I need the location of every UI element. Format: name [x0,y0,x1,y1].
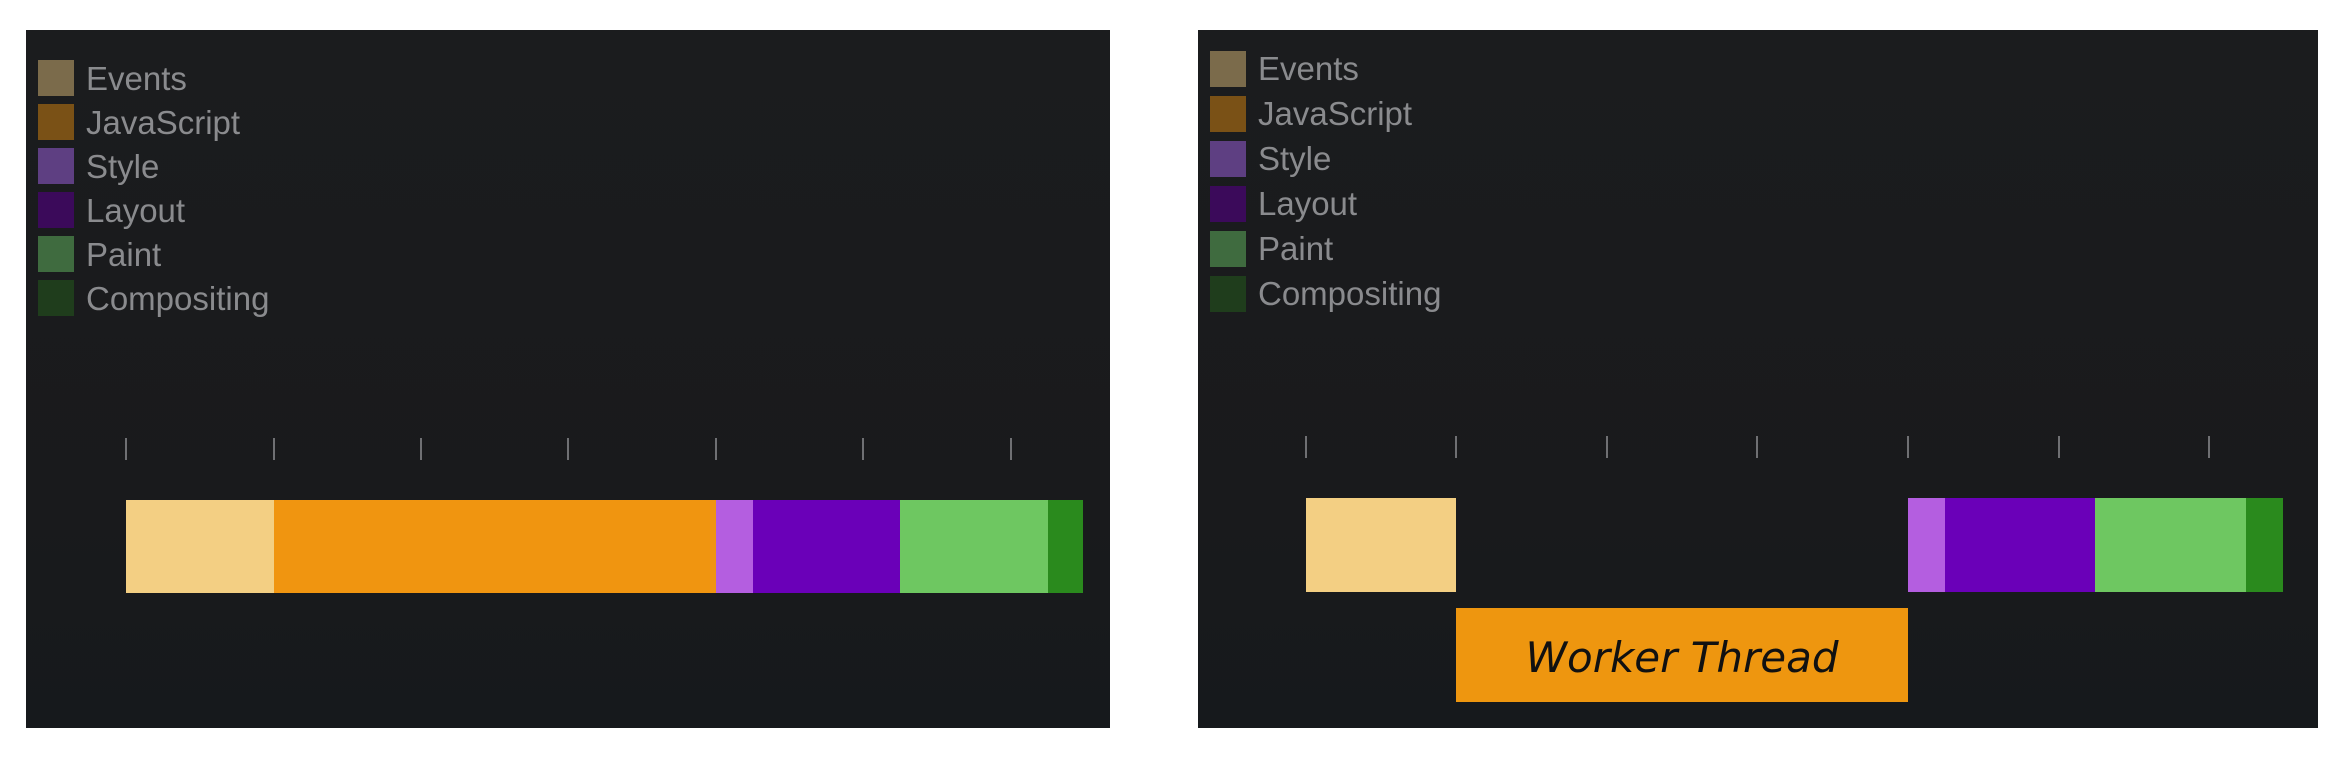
events-block [126,500,274,593]
javascript-block [274,500,716,593]
worker-thread-label: Worker Thread [1525,633,1838,682]
compositing-block [2246,498,2283,592]
paint-block [2095,498,2246,592]
timeline-main-thread [125,438,1083,593]
timeline-panel-main-thread: Events JavaScript Style Layout Paint Com… [26,30,1110,728]
timeline-worker: Worker Thread [1305,436,2283,702]
style-block [716,500,753,593]
events-block [1306,498,1456,592]
timeline-panel-worker: Events JavaScript Style Layout Paint Com… [1198,30,2318,728]
compositing-block [1048,500,1083,593]
layout-block [1945,498,2095,592]
layout-block [753,500,900,593]
paint-block [900,500,1048,593]
style-block [1908,498,1945,592]
